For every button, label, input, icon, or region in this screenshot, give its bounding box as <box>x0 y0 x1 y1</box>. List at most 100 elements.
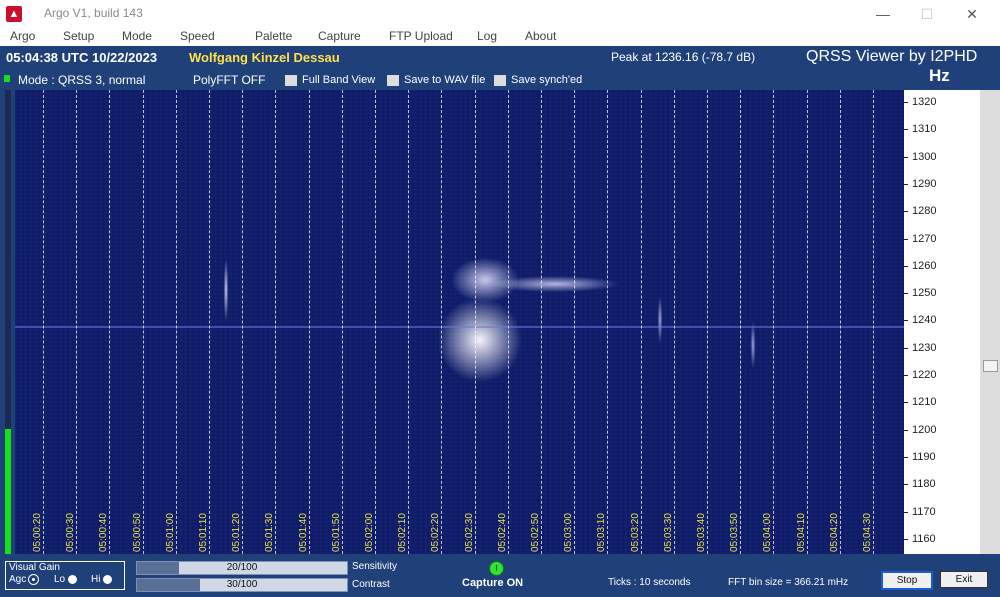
exit-button[interactable]: Exit <box>940 571 988 588</box>
control-bar: Visual Gain Agc Lo Hi 20/100 Sensitivity… <box>0 561 1000 597</box>
frequency-label: 1200 <box>912 423 937 436</box>
time-axis-label: 05:03:00 <box>562 482 576 552</box>
time-tick-text: 05:02:30 <box>463 513 475 552</box>
time-tick-text: 05:01:20 <box>231 513 243 552</box>
station-name: Wolfgang Kinzel Dessau <box>189 50 340 65</box>
menu-setup[interactable]: Setup <box>63 28 94 44</box>
time-tick-text: 05:02:10 <box>397 513 409 552</box>
agc-radio[interactable]: Agc <box>9 574 40 585</box>
time-axis-label: 05:01:30 <box>263 482 277 552</box>
frequency-label: 1190 <box>912 450 936 463</box>
frequency-label: 1240 <box>912 314 937 327</box>
frequency-scrollbar[interactable] <box>980 90 1000 554</box>
time-axis-label: 05:00:20 <box>31 482 45 552</box>
menu-palette[interactable]: Palette <box>255 28 292 44</box>
time-tick-text: 05:00:40 <box>98 513 110 552</box>
frequency-label: 1270 <box>912 232 937 245</box>
close-icon[interactable]: ✕ <box>962 4 982 24</box>
contrast-slider[interactable]: 30/100 <box>136 578 348 592</box>
maximize-icon[interactable]: ☐ <box>917 4 937 24</box>
time-tick-text: 05:00:20 <box>32 513 43 552</box>
frequency-label: 1320 <box>912 96 937 108</box>
radio-selected-icon <box>28 574 40 585</box>
time-tick-text: 05:01:50 <box>330 513 342 552</box>
menu-ftp-upload[interactable]: FTP Upload <box>389 28 453 44</box>
frequency-label: 1300 <box>912 150 937 163</box>
freq-tick <box>904 238 908 240</box>
freq-tick <box>904 102 908 103</box>
hi-label: Hi <box>91 574 101 585</box>
time-tick-text: 05:04:20 <box>828 513 840 552</box>
save-wav-checkbox[interactable]: Save to WAV file <box>387 74 485 86</box>
freq-tick <box>904 293 908 295</box>
time-axis-label: 05:01:10 <box>197 482 211 552</box>
menu-about[interactable]: About <box>525 28 556 44</box>
freq-tick <box>904 402 908 404</box>
contrast-label: Contrast <box>352 579 390 590</box>
frequency-label: 1160 <box>912 532 936 545</box>
save-synched-label: Save synch'ed <box>511 74 583 86</box>
menu-argo[interactable]: Argo <box>10 28 35 44</box>
full-band-view-checkbox[interactable]: Full Band View <box>285 74 375 86</box>
time-tick-text: 05:03:50 <box>729 513 741 552</box>
frequency-label: 1230 <box>912 341 937 354</box>
time-tick-text: 05:02:50 <box>530 513 541 552</box>
polyfft-label: PolyFFT OFF <box>193 73 266 87</box>
freq-tick <box>904 211 908 213</box>
time-tick-text: 05:00:30 <box>65 513 77 552</box>
time-axis-label: 05:03:50 <box>728 482 742 552</box>
freq-tick <box>904 156 908 158</box>
checkbox-icon <box>494 74 506 86</box>
time-axis-label: 05:00:40 <box>97 482 111 552</box>
time-axis-label: 05:02:30 <box>463 482 477 552</box>
frequency-axis: 1320 1310 1300 1290 1280 1270 1260 1250 1240 1230… <box>904 90 980 554</box>
carrier-trace <box>15 326 904 328</box>
frequency-label: 1310 <box>912 123 937 136</box>
save-synched-checkbox[interactable]: Save synch'ed <box>494 74 582 86</box>
menu-speed[interactable]: Speed <box>180 28 215 44</box>
time-axis-label: 05:03:10 <box>595 482 609 552</box>
mode-label: Mode : QRSS 3, normal <box>18 73 146 87</box>
scrollbar-thumb[interactable] <box>983 360 998 372</box>
time-tick-text: 05:03:10 <box>596 513 608 552</box>
time-axis-label: 05:02:00 <box>363 482 377 552</box>
menu-bar: Argo Setup Mode Speed Palette Capture FT… <box>0 28 1000 46</box>
menu-capture[interactable]: Capture <box>318 28 361 44</box>
minimize-icon[interactable]: — <box>873 4 893 24</box>
lo-radio[interactable]: Lo <box>54 574 78 585</box>
freq-tick <box>904 320 908 322</box>
lo-label: Lo <box>54 574 66 585</box>
time-axis-label: 05:01:50 <box>330 482 344 552</box>
time-axis-label: 05:03:40 <box>695 482 709 552</box>
frequency-label: 1260 <box>912 259 937 272</box>
status-led-icon <box>4 75 10 82</box>
peak-readout: Peak at 1236.16 (-78.7 dB) <box>611 50 756 64</box>
hi-radio[interactable]: Hi <box>91 574 113 585</box>
freq-tick <box>904 183 908 185</box>
time-tick-text: 05:02:00 <box>364 513 375 552</box>
freq-tick <box>904 347 908 349</box>
time-axis-label: 05:04:20 <box>828 482 842 552</box>
stop-button[interactable]: Stop <box>881 571 933 590</box>
time-axis-label: 05:02:50 <box>529 482 543 552</box>
capture-status: Capture ON <box>462 577 524 589</box>
time-tick-text: 05:01:10 <box>198 513 209 552</box>
time-tick-text: 05:03:00 <box>563 513 575 552</box>
frequency-label: 1220 <box>912 369 937 381</box>
time-axis-label: 05:04:00 <box>761 482 775 552</box>
freq-tick <box>904 511 908 513</box>
time-axis-label: 05:00:50 <box>131 482 145 552</box>
freq-tick <box>904 456 908 458</box>
radio-icon <box>103 575 113 584</box>
freq-tick <box>904 484 908 486</box>
sensitivity-slider[interactable]: 20/100 <box>136 561 348 575</box>
radio-icon <box>68 575 78 584</box>
time-axis-label: 05:03:20 <box>629 482 643 552</box>
menu-mode[interactable]: Mode <box>122 28 152 44</box>
frequency-label: 1290 <box>912 177 937 190</box>
time-tick-text: 05:02:40 <box>496 513 508 552</box>
time-axis-label: 05:02:20 <box>429 482 443 552</box>
menu-log[interactable]: Log <box>477 28 497 44</box>
time-axis-label: 05:01:20 <box>230 482 244 552</box>
waterfall-display[interactable]: 05:00:20 05:00:30 05:00:40 05:00:50 05:01:00… <box>15 90 904 554</box>
